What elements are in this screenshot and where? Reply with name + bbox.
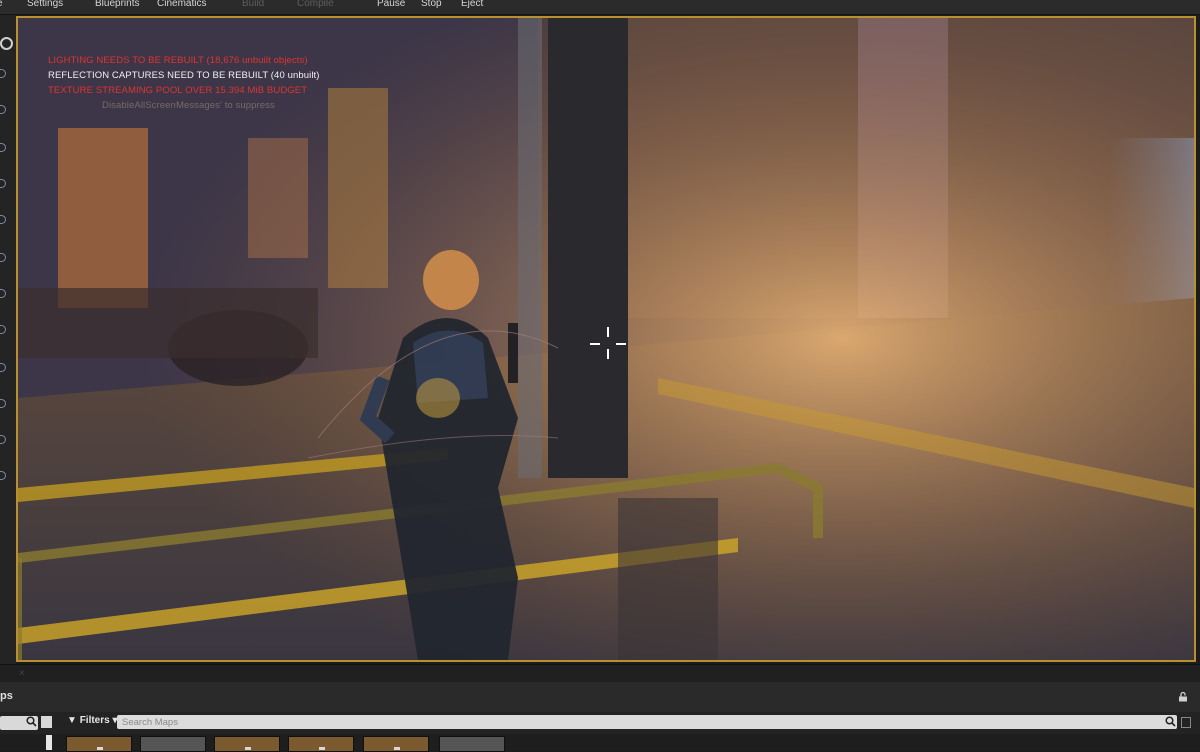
strip-tool-icon[interactable]: [0, 399, 6, 408]
warning-lighting-rebuild: LIGHTING NEEDS TO BE REBUILT (18,676 unb…: [48, 55, 308, 66]
toolbar-item-blueprints[interactable]: Blueprints: [95, 0, 139, 9]
folder-scrollbar[interactable]: [46, 735, 52, 750]
warning-reflection-captures: REFLECTION CAPTURES NEED TO BE REBUILT (…: [48, 70, 320, 81]
strip-tool-icon[interactable]: [0, 105, 6, 114]
panel-tab-bar: ×: [0, 664, 1200, 683]
maps-panel-header: ps: [0, 682, 1200, 712]
toolbar-item-cinematics[interactable]: Cinematics: [157, 0, 206, 9]
search-icon[interactable]: [0, 37, 13, 50]
close-tab-icon[interactable]: ×: [19, 668, 25, 679]
filters-label: Filters: [79, 715, 110, 726]
strip-tool-icon[interactable]: [0, 215, 6, 224]
list-view-icon[interactable]: [41, 716, 52, 728]
strip-tool-icon[interactable]: [0, 325, 6, 334]
toolbar-item-build[interactable]: Build: [242, 0, 264, 9]
main-toolbar: e Settings Blueprints Cinematics Build C…: [0, 0, 1200, 15]
save-icon[interactable]: [1181, 717, 1191, 728]
toolbar-item-compile[interactable]: Compile: [297, 0, 334, 9]
strip-tool-icon[interactable]: [0, 143, 6, 152]
search-icon[interactable]: [26, 716, 37, 727]
toolbar-item-settings[interactable]: Settings: [27, 0, 63, 9]
toolbar-item-e[interactable]: e: [0, 0, 3, 9]
strip-tool-icon[interactable]: [0, 471, 6, 480]
suppress-hint: DisableAllScreenMessages' to suppress: [102, 100, 275, 111]
strip-tool-icon[interactable]: [0, 435, 6, 444]
search-maps-input[interactable]: [117, 715, 1177, 729]
strip-tool-icon[interactable]: [0, 69, 6, 78]
panel-title: ps: [0, 690, 13, 702]
toolbar-item-eject[interactable]: Eject: [461, 0, 483, 9]
toolbar-item-stop[interactable]: Stop: [421, 0, 442, 9]
strip-tool-icon[interactable]: [0, 289, 6, 298]
strip-tool-icon[interactable]: [0, 363, 6, 372]
toolbar-item-pause[interactable]: Pause: [377, 0, 405, 9]
warning-texture-streaming: TEXTURE STREAMING POOL OVER 15.394 MiB B…: [48, 85, 308, 96]
lock-icon[interactable]: [1178, 692, 1188, 702]
crosshair-icon: [590, 327, 626, 359]
left-tool-strip: [0, 15, 16, 665]
game-viewport[interactable]: LIGHTING NEEDS TO BE REBUILT (18,676 unb…: [16, 16, 1196, 662]
strip-tool-icon[interactable]: [0, 179, 6, 188]
filter-icon: ▼: [67, 715, 77, 726]
filters-button[interactable]: ▼ Filters ▾: [67, 715, 118, 726]
search-icon[interactable]: [1165, 716, 1176, 727]
strip-tool-icon[interactable]: [0, 253, 6, 262]
